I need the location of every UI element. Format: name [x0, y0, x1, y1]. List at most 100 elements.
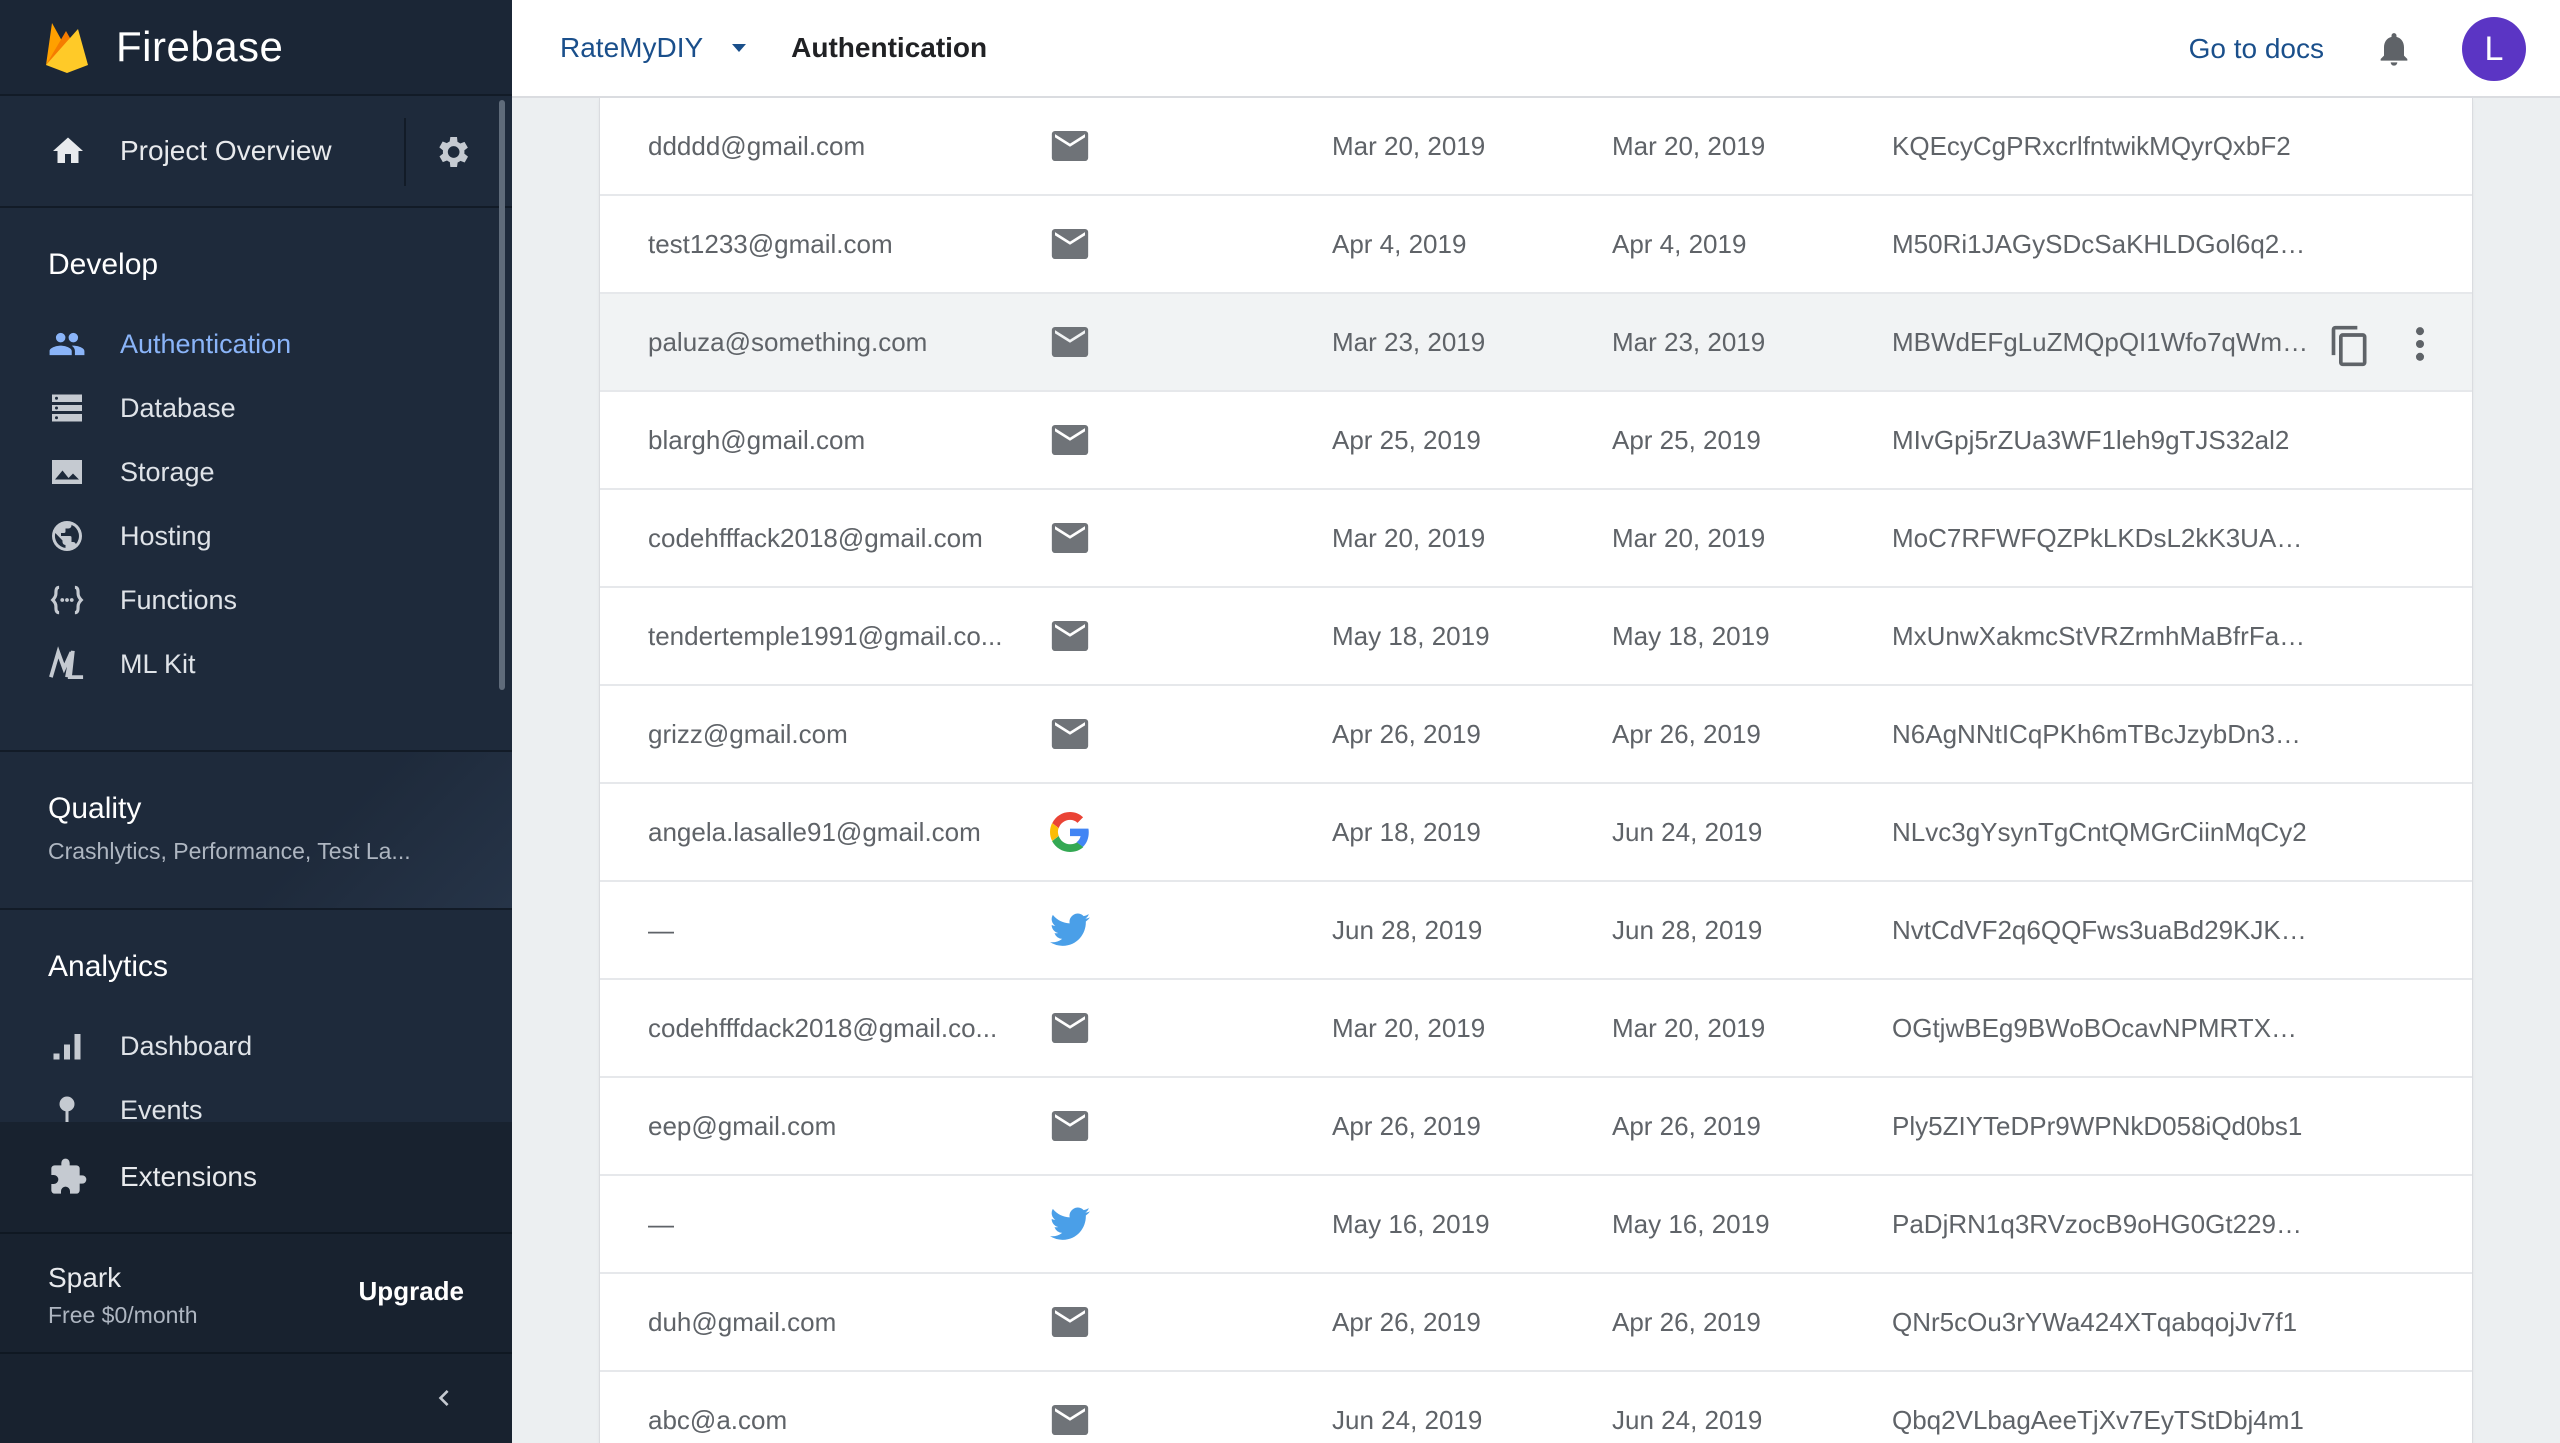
bell-icon[interactable]	[2374, 29, 2414, 69]
user-identifier: codehfffack2018@gmail.com	[648, 522, 983, 553]
table-row[interactable]: codehfffdack2018@gmail.co... Mar 20, 2019…	[600, 980, 2472, 1078]
analytics-section: Analytics Dashboard Events	[0, 910, 512, 1122]
project-name: RateMyDIY	[560, 32, 704, 63]
user-uid: PaDjRN1q3RVzocB9oHG0Gt229Ty1	[1892, 1208, 2312, 1239]
puzzle-icon	[51, 1158, 87, 1194]
signed-in-date: May 16, 2019	[1612, 1208, 1770, 1239]
email-provider-icon	[1048, 490, 1092, 586]
user-identifier: grizz@gmail.com	[648, 718, 848, 749]
avatar[interactable]: L	[2462, 17, 2526, 81]
sidebar-item-database[interactable]: Database	[0, 376, 512, 440]
user-uid: QNr5cOu3rYWa424XTqabqojJv7f1	[1892, 1306, 2298, 1337]
sidebar-item-authentication[interactable]: Authentication	[0, 312, 512, 376]
sidebar-item-events[interactable]: Events	[0, 1078, 512, 1122]
sidebar-item-label: Authentication	[120, 328, 292, 359]
created-date: Mar 23, 2019	[1332, 326, 1486, 357]
table-row[interactable]: abc@a.com Jun 24, 2019 Jun 24, 2019 Qbq2VLb…	[600, 1372, 2472, 1443]
table-row[interactable]: tendertemple1991@gmail.co... May 18, 2019…	[600, 588, 2472, 686]
email-provider-icon	[1048, 980, 1092, 1076]
table-row[interactable]: test1233@gmail.com Apr 4, 2019 Apr 4, 2019…	[600, 196, 2472, 294]
table-row[interactable]: — Jun 28, 2019 Jun 28, 2019 NvtCdVF2q6QQFws…	[600, 882, 2472, 980]
user-identifier: —	[648, 1208, 674, 1239]
sidebar-item-label: Dashboard	[120, 1030, 253, 1061]
dropdown-arrow-icon	[732, 44, 747, 52]
created-date: Apr 26, 2019	[1332, 1306, 1481, 1337]
table-row[interactable]: duh@gmail.com Apr 26, 2019 Apr 26, 2019 QNr…	[600, 1274, 2472, 1372]
signed-in-date: Apr 26, 2019	[1612, 1110, 1761, 1141]
brand-header[interactable]: Firebase	[0, 0, 512, 96]
signed-in-date: Mar 20, 2019	[1612, 1012, 1766, 1043]
user-uid: MxUnwXakmcStVRZrmhMaBfrFaa...	[1892, 620, 2312, 651]
sidebar-item-label: Functions	[120, 584, 238, 615]
database-icon	[48, 389, 86, 427]
table-row[interactable]: grizz@gmail.com Apr 26, 2019 Apr 26, 2019 N…	[600, 686, 2472, 784]
upgrade-button[interactable]: Upgrade	[359, 1276, 464, 1307]
top-right-actions: Go to docs L	[2189, 0, 2560, 98]
quality-section[interactable]: Quality Crashlytics, Performance, Test L…	[0, 752, 512, 910]
signed-in-date: Apr 26, 2019	[1612, 718, 1761, 749]
email-provider-icon	[1048, 294, 1092, 390]
collapse-bar	[0, 1354, 512, 1443]
more-vert-icon[interactable]	[2408, 322, 2432, 366]
sidebar-item-label: Database	[120, 392, 236, 423]
chevron-left-icon[interactable]	[428, 1382, 460, 1414]
plan-price: Free $0/month	[48, 1302, 198, 1328]
mlkit-icon	[48, 645, 86, 683]
functions-icon	[48, 581, 86, 619]
project-selector[interactable]: RateMyDIY	[560, 32, 751, 64]
sidebar-item-dashboard[interactable]: Dashboard	[0, 1014, 512, 1078]
created-date: May 16, 2019	[1332, 1208, 1490, 1239]
created-date: Apr 26, 2019	[1332, 1110, 1481, 1141]
signed-in-date: Apr 25, 2019	[1612, 424, 1761, 455]
signed-in-date: Mar 20, 2019	[1612, 522, 1766, 553]
email-provider-icon	[1048, 98, 1092, 194]
signed-in-date: Jun 28, 2019	[1612, 914, 1763, 945]
created-date: Jun 28, 2019	[1332, 914, 1483, 945]
users-table: ddddd@gmail.com Mar 20, 2019 Mar 20, 2019 K…	[600, 98, 2472, 1443]
storage-icon	[48, 453, 86, 491]
signed-in-date: May 18, 2019	[1612, 620, 1770, 651]
table-row[interactable]: paluza@something.com Mar 23, 2019 Mar 23, …	[600, 294, 2472, 392]
gear-icon[interactable]	[432, 132, 472, 172]
sidebar-item-extensions[interactable]: Extensions	[0, 1122, 512, 1234]
bar-chart-icon	[48, 1027, 86, 1065]
quality-subtitle: Crashlytics, Performance, Test La...	[48, 838, 411, 864]
created-date: Mar 20, 2019	[1332, 1012, 1486, 1043]
user-identifier: —	[648, 914, 674, 945]
table-row[interactable]: blargh@gmail.com Apr 25, 2019 Apr 25, 2019…	[600, 392, 2472, 490]
user-identifier: test1233@gmail.com	[648, 228, 893, 259]
brand-name: Firebase	[116, 23, 284, 70]
email-provider-icon	[1048, 1372, 1092, 1443]
sidebar-item-storage[interactable]: Storage	[0, 440, 512, 504]
user-identifier: blargh@gmail.com	[648, 424, 866, 455]
develop-section: Develop Authentication Database Storage …	[0, 208, 512, 752]
table-row[interactable]: eep@gmail.com Apr 26, 2019 Apr 26, 2019 Ply…	[600, 1078, 2472, 1176]
table-row[interactable]: angela.lasalle91@gmail.com Apr 18, 2019 Ju…	[600, 784, 2472, 882]
copy-icon[interactable]	[2328, 322, 2372, 370]
user-identifier: duh@gmail.com	[648, 1306, 837, 1337]
sidebar-scrollbar[interactable]	[499, 100, 505, 690]
people-icon	[48, 325, 86, 363]
quality-heading: Quality	[48, 792, 142, 825]
user-uid: MBWdEFgLuZMQpQI1Wfo7qWmid...	[1892, 326, 2312, 357]
created-date: May 18, 2019	[1332, 620, 1490, 651]
events-icon	[48, 1091, 86, 1122]
home-icon[interactable]	[50, 133, 86, 169]
google-provider-icon	[1048, 784, 1092, 880]
analytics-heading: Analytics	[48, 950, 169, 983]
user-uid: OGtjwBEg9BWoBOcavNPMRTXWK...	[1892, 1012, 2312, 1043]
sidebar-item-label: Hosting	[120, 520, 212, 551]
user-uid: N6AgNNtICqPKh6mTBcJzybDn3M...	[1892, 718, 2312, 749]
user-identifier: paluza@something.com	[648, 326, 928, 357]
table-row[interactable]: — May 16, 2019 May 16, 2019 PaDjRN1q3RVzocB…	[600, 1176, 2472, 1274]
sidebar-item-functions[interactable]: Functions	[0, 568, 512, 632]
project-overview-link[interactable]: Project Overview	[120, 135, 332, 167]
user-identifier: eep@gmail.com	[648, 1110, 837, 1141]
table-row[interactable]: codehfffack2018@gmail.com Mar 20, 2019 Mar…	[600, 490, 2472, 588]
sidebar-item-ml-kit[interactable]: ML Kit	[0, 632, 512, 696]
sidebar-item-hosting[interactable]: Hosting	[0, 504, 512, 568]
go-to-docs-link[interactable]: Go to docs	[2189, 33, 2324, 65]
created-date: Apr 18, 2019	[1332, 816, 1481, 847]
sidebar-item-label: Events	[120, 1094, 203, 1123]
table-row[interactable]: ddddd@gmail.com Mar 20, 2019 Mar 20, 2019 K…	[600, 98, 2472, 196]
